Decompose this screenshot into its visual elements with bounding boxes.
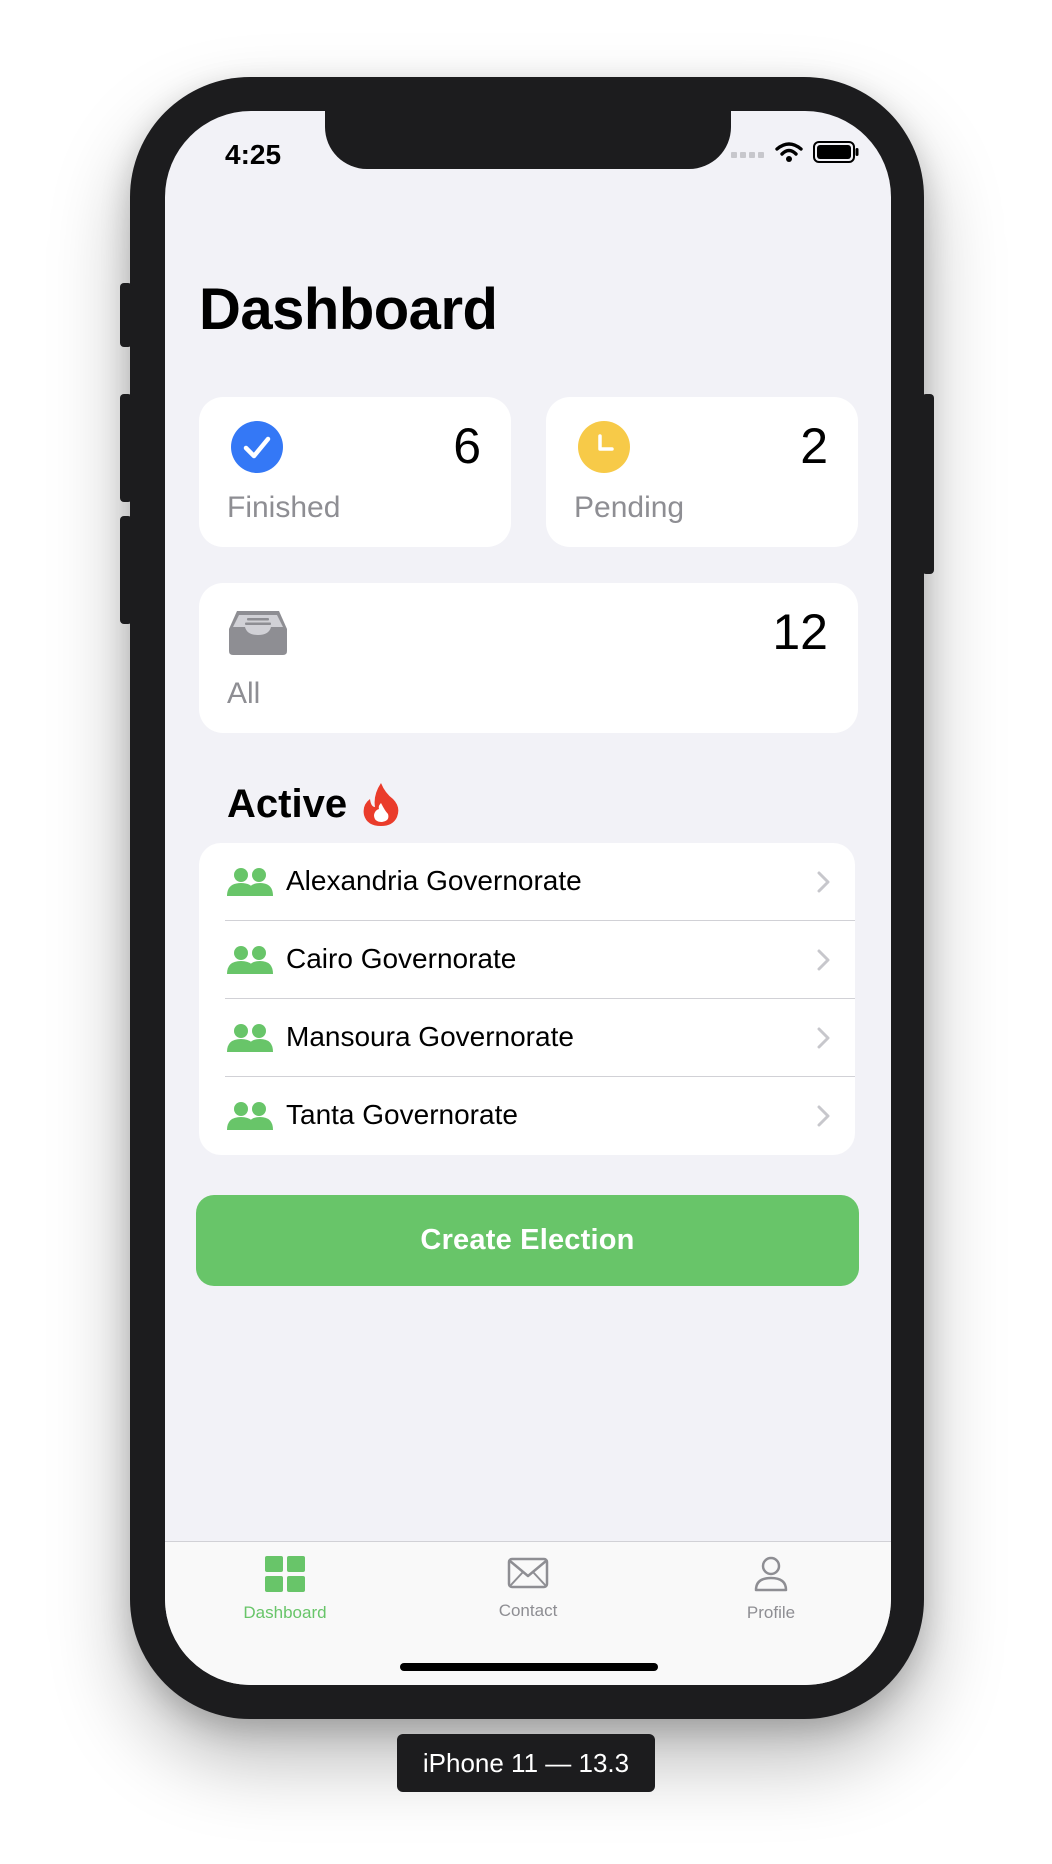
finished-card[interactable]: 6 Finished — [199, 397, 511, 547]
page-title: Dashboard — [199, 277, 498, 342]
device-side-button — [120, 283, 132, 347]
people-icon — [227, 868, 273, 896]
tray-icon — [229, 611, 287, 655]
create-election-button[interactable]: Create Election — [196, 1195, 859, 1286]
pending-label: Pending — [574, 491, 685, 524]
people-icon — [227, 1024, 273, 1052]
active-section-header: Active — [227, 781, 401, 827]
wifi-icon — [775, 142, 803, 162]
status-indicators — [731, 141, 859, 163]
app-screen: 4:25 Dashboard 6 Finished 2 Pending 12 A… — [165, 111, 891, 1685]
finished-label: Finished — [227, 491, 341, 524]
list-item[interactable]: Alexandria Governorate — [199, 843, 855, 921]
grid-icon — [265, 1556, 305, 1592]
notch — [325, 111, 731, 169]
status-time: 4:25 — [225, 139, 282, 170]
chevron-right-icon — [817, 1105, 830, 1127]
people-icon — [227, 1102, 273, 1130]
all-label: All — [227, 677, 261, 710]
finished-count: 6 — [453, 418, 481, 474]
list-item[interactable]: Mansoura Governorate — [199, 999, 855, 1077]
checkmark-circle-icon — [231, 421, 283, 473]
device-side-button — [120, 394, 132, 502]
pending-count: 2 — [800, 418, 828, 474]
list-item-label: Mansoura Governorate — [286, 1021, 574, 1052]
all-count: 12 — [772, 604, 828, 660]
pending-card[interactable]: 2 Pending — [546, 397, 858, 547]
chevron-right-icon — [817, 871, 830, 893]
home-indicator[interactable] — [400, 1663, 658, 1671]
signal-icon — [731, 152, 764, 158]
list-item-label: Tanta Governorate — [286, 1099, 518, 1130]
list-item-label: Alexandria Governorate — [286, 865, 582, 896]
all-card[interactable]: 12 All — [199, 583, 858, 733]
list-item-label: Cairo Governorate — [286, 943, 517, 974]
tab-contact[interactable]: Contact — [448, 1556, 608, 1621]
battery-icon — [813, 141, 859, 163]
device-label: iPhone 11 — 13.3 — [397, 1734, 655, 1792]
tab-label: Dashboard — [243, 1603, 327, 1622]
tab-profile[interactable]: Profile — [691, 1556, 851, 1623]
tab-label: Profile — [746, 1603, 796, 1622]
envelope-icon — [507, 1557, 549, 1589]
flame-icon — [363, 783, 399, 826]
chevron-right-icon — [817, 1027, 830, 1049]
list-item[interactable]: Tanta Governorate — [199, 1077, 855, 1155]
device-side-button — [922, 394, 934, 574]
people-icon — [227, 946, 273, 974]
tab-label: Contact — [498, 1601, 558, 1620]
list-item[interactable]: Cairo Governorate — [199, 921, 855, 999]
active-list: Alexandria Governorate Cairo Governorate — [199, 843, 855, 1155]
device-side-button — [120, 516, 132, 624]
person-icon — [754, 1556, 788, 1592]
clock-icon — [578, 421, 630, 473]
tab-dashboard[interactable]: Dashboard — [205, 1556, 365, 1623]
active-section-title: Active — [227, 781, 348, 826]
chevron-right-icon — [817, 949, 830, 971]
